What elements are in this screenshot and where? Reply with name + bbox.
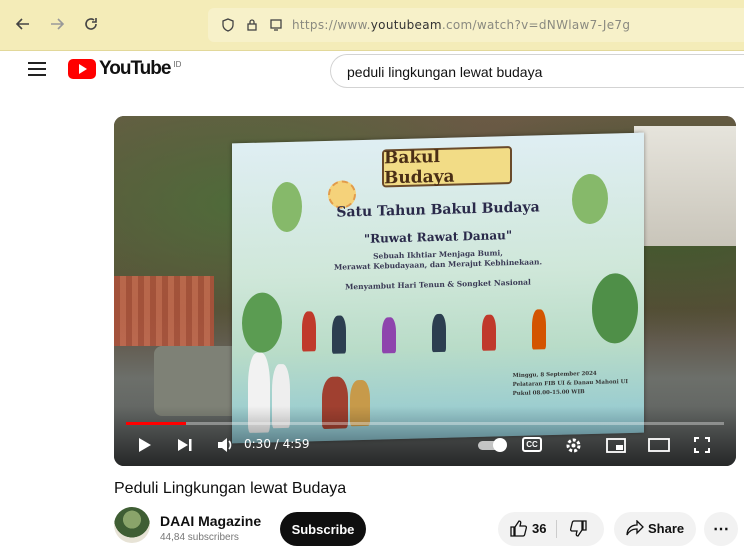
address-bar[interactable]: https://www.youtubeam.com/watch?v=dNWlaw…	[208, 8, 744, 42]
video-banner: Bakul Budaya Satu Tahun Bakul Budaya "Ru…	[232, 132, 644, 444]
video-title: Peduli Lingkungan lewat Budaya	[114, 480, 347, 497]
browser-toolbar: https://www.youtubeam.com/watch?v=dNWlaw…	[0, 0, 744, 51]
video-player[interactable]: Bakul Budaya Satu Tahun Bakul Budaya "Ru…	[114, 116, 736, 466]
banner-line-3: Menyambut Hari Tenun & Songket Nasional	[345, 277, 531, 292]
lock-icon[interactable]	[244, 17, 260, 33]
like-dislike-group: 36	[498, 512, 604, 546]
search-input[interactable]: peduli lingkungan lewat budaya	[330, 54, 744, 88]
subscriber-count: 44,84 subscribers	[160, 532, 239, 543]
url-text[interactable]: https://www.youtubeam.com/watch?v=dNWlaw…	[292, 18, 630, 32]
back-arrow-icon[interactable]	[12, 13, 34, 35]
banner-event-info: Minggu, 8 September 2024 Pelataran FIB U…	[512, 370, 628, 398]
captions-button[interactable]: CC	[522, 437, 542, 452]
channel-avatar[interactable]	[114, 507, 150, 543]
play-icon[interactable]	[134, 434, 156, 456]
youtube-play-logo-icon	[68, 59, 96, 79]
reload-icon[interactable]	[80, 13, 102, 35]
region-code: ID	[173, 59, 182, 69]
like-divider	[556, 520, 557, 538]
banner-foliage	[242, 292, 282, 354]
thumbs-down-icon[interactable]	[569, 520, 587, 542]
video-building	[634, 126, 736, 246]
share-arrow-icon	[626, 519, 644, 541]
autoplay-toggle[interactable]	[478, 438, 507, 452]
shield-icon[interactable]	[220, 17, 236, 33]
share-button[interactable]: Share	[614, 512, 696, 546]
banner-foliage	[572, 173, 608, 225]
youtube-wordmark: YouTube	[99, 58, 171, 79]
banner-figure	[532, 309, 546, 350]
fullscreen-icon[interactable]	[690, 434, 714, 456]
search-query: peduli lingkungan lewat budaya	[347, 64, 543, 80]
share-label: Share	[648, 521, 685, 536]
banner-figure	[482, 314, 496, 351]
progress-bar[interactable]	[126, 422, 724, 425]
banner-foliage	[592, 272, 638, 344]
volume-icon[interactable]	[214, 434, 238, 456]
banner-figure	[432, 313, 446, 353]
permissions-icon[interactable]	[268, 17, 284, 33]
channel-name[interactable]: DAAI Magazine	[160, 513, 261, 529]
youtube-logo[interactable]: YouTube ID	[68, 58, 181, 80]
banner-figure	[382, 317, 396, 354]
forward-arrow-icon[interactable]	[46, 13, 68, 35]
banner-logo: Bakul Budaya	[382, 146, 512, 188]
subscribe-button[interactable]: Subscribe	[280, 512, 366, 546]
hamburger-menu-icon[interactable]	[28, 62, 46, 76]
like-count[interactable]: 36	[532, 521, 546, 536]
more-options-icon[interactable]: ⋯	[704, 512, 738, 546]
skip-next-icon[interactable]	[174, 434, 196, 456]
banner-foliage	[272, 181, 302, 233]
thumbs-up-icon[interactable]	[510, 520, 528, 542]
theater-mode-icon[interactable]	[646, 434, 672, 456]
progress-bar-fill	[126, 422, 186, 425]
settings-gear-icon[interactable]	[562, 434, 584, 456]
miniplayer-icon[interactable]	[604, 434, 628, 456]
video-brick-wall	[114, 276, 214, 346]
banner-figure	[332, 315, 346, 354]
banner-figure	[302, 311, 316, 352]
controls-gradient	[114, 406, 736, 466]
time-display: 0:30 / 4:59	[244, 437, 310, 451]
